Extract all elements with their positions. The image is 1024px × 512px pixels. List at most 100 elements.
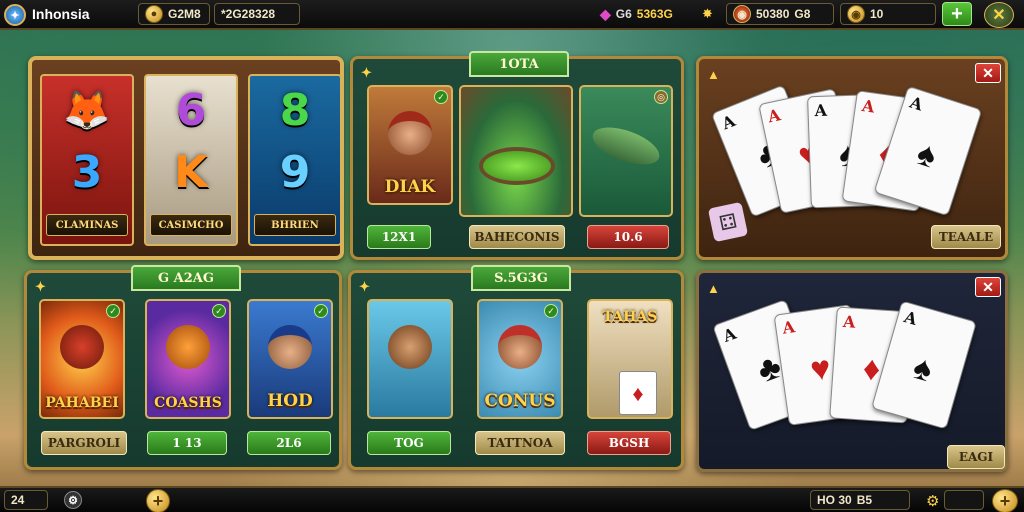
reel-3[interactable]: 8 9 BHRIEN: [248, 74, 342, 246]
field-b-pill[interactable]: *2G28328: [214, 3, 300, 25]
card-rank: A: [860, 96, 876, 117]
adventure-panel: ✦ 1OTA ✓ DIAK ◎ 12X1 BAHECONIS 10.6: [350, 51, 684, 260]
card-badge-icon: ✓: [544, 304, 558, 318]
mini-card-icon: ♦: [619, 371, 657, 415]
card-badge-icon: ✓: [314, 304, 328, 318]
add-bottom-button[interactable]: +: [146, 489, 170, 512]
star-icon: ✦: [361, 65, 372, 80]
character-button-1[interactable]: PARGROLI: [41, 431, 127, 455]
girl-portrait: [498, 325, 542, 369]
cauldron-art: [479, 147, 555, 185]
character-card-1-title: PAHABEI: [45, 395, 119, 411]
coins-pill[interactable]: ◉ 50380 G8: [726, 3, 834, 25]
adventure-tab[interactable]: 1OTA: [469, 51, 569, 77]
fisher-portrait: [388, 325, 432, 369]
close-bottom-table-button[interactable]: ✕: [975, 277, 1001, 297]
card-badge-icon: ◎: [654, 90, 668, 104]
adventure-card-1-title: DIAK: [384, 177, 436, 197]
reel-3-symbol: 9: [279, 146, 311, 198]
settings-icon[interactable]: ✸: [702, 6, 713, 22]
star-icon: ✦: [359, 279, 370, 294]
character-card-1[interactable]: ✓ PAHABEI: [39, 299, 125, 419]
card-badge-icon: ✓: [106, 304, 120, 318]
card-rank: A: [766, 105, 783, 127]
coin-icon: ●: [145, 5, 163, 23]
adventure-button-1[interactable]: 12X1: [367, 225, 431, 249]
card-rank: A: [842, 311, 857, 332]
bonus-card-1[interactable]: [367, 299, 453, 419]
bonus-card-3[interactable]: TAHAS ♦: [587, 299, 673, 419]
character-button-3[interactable]: 2L6: [247, 431, 331, 455]
adventure-button-3[interactable]: 10.6: [587, 225, 669, 249]
win-suffix: B5: [856, 493, 873, 507]
reel-2-symbol: K: [173, 146, 209, 198]
character-tab[interactable]: G A2AG: [131, 265, 241, 291]
coins-suffix: G8: [794, 7, 811, 21]
reel-2[interactable]: 6 K CASIMCHO: [144, 74, 238, 246]
field-b-value: *2G28328: [221, 7, 276, 21]
character-panel: ✦ G A2AG ✓ PAHABEI ✓ COASHS ✓ HOD PARGRO…: [24, 265, 342, 470]
reel-2-top-symbol: 6: [175, 84, 207, 136]
reel-1[interactable]: 🦊 3 CLAMINAS: [40, 74, 134, 246]
adventure-button-2[interactable]: BAHECONIS: [469, 225, 565, 249]
adventure-card-2[interactable]: [459, 85, 573, 217]
profile-avatar-icon[interactable]: ✦: [4, 4, 26, 26]
adventure-card-1[interactable]: ✓ DIAK: [367, 85, 453, 205]
card-table-top: ▲ ✕ ⚃ A♣A♥A♠A♦A♠ TEAALE: [696, 56, 1008, 260]
settings-gear-icon[interactable]: ⚙: [64, 491, 82, 509]
card-rank: A: [719, 111, 738, 134]
card-rank: A: [781, 317, 797, 338]
field-a-pill[interactable]: ● G2M8: [138, 3, 210, 25]
card-rank: A: [907, 92, 926, 115]
reel-3-top-symbol: 8: [279, 84, 311, 136]
card-table-bottom: ▲ ✕ A ♣ A ♥ A ♦ A ♠ EAGI: [696, 270, 1008, 472]
coins-value: 50380: [756, 7, 790, 21]
reel-2-label: CASIMCHO: [150, 214, 232, 236]
app-title: Inhonsia: [32, 6, 90, 22]
level-pill: 24: [4, 490, 48, 510]
card-badge-icon: ✓: [212, 304, 226, 318]
bonus-button-1[interactable]: TOG: [367, 431, 451, 455]
close-top-table-button[interactable]: ✕: [975, 63, 1001, 83]
star-icon: ✦: [35, 279, 46, 294]
lion-portrait: [60, 325, 104, 369]
gem-count: 5363G: [636, 7, 673, 21]
gold-pill[interactable]: ◉ 10: [840, 3, 936, 25]
gold-value: 10: [870, 7, 884, 21]
top-bar: ✦ Inhonsia ● G2M8 *2G28328 ◆ G6 5363G ✸ …: [0, 0, 1024, 30]
character-card-3-title: HOD: [267, 391, 313, 411]
slot-machine-panel: 🦊 3 CLAMINAS 6 K CASIMCHO 8 9 BHRIEN: [28, 56, 344, 260]
card-rank: A: [720, 323, 739, 346]
character-button-2[interactable]: 1 13: [147, 431, 227, 455]
bonus-button-2[interactable]: TATTNOA: [475, 431, 565, 455]
card-badge-icon: ✓: [434, 90, 448, 104]
bonus-tab[interactable]: S.5G3G: [471, 265, 571, 291]
character-card-2[interactable]: ✓ COASHS: [145, 299, 231, 419]
gold-coin-icon: ◉: [847, 5, 865, 23]
reel-1-label: CLAMINAS: [46, 214, 128, 236]
bottom-table-button[interactable]: EAGI: [947, 445, 1005, 469]
bottom-bar: 24 ⚙ + HO 30 B5 ⚙ +: [0, 486, 1024, 512]
dice-icon[interactable]: ⚃: [707, 201, 749, 243]
bottom-spacer-pill: [944, 490, 984, 510]
reel-3-label: BHRIEN: [254, 214, 336, 236]
top-table-button[interactable]: TEAALE: [931, 225, 1001, 249]
character-card-3[interactable]: ✓ HOD: [247, 299, 333, 419]
level-value: 24: [11, 493, 25, 507]
add-gold-button[interactable]: +: [942, 2, 972, 26]
fox-symbol-icon: 🦊: [63, 87, 111, 132]
menu-icon[interactable]: ✕: [984, 2, 1014, 28]
bonus-card-2[interactable]: ✓ CONUS: [477, 299, 563, 419]
bonus-button-3[interactable]: BGSH: [587, 431, 671, 455]
card-rank: A: [814, 100, 828, 121]
add-coins-bottom-button[interactable]: +: [992, 489, 1018, 512]
field-a-value: G2M8: [168, 7, 201, 21]
win-pill: HO 30 B5: [810, 490, 910, 510]
bonus-card-2-title: CONUS: [484, 391, 556, 411]
gear-gold-icon[interactable]: ⚙: [926, 492, 939, 510]
adventure-card-3[interactable]: ◎: [579, 85, 673, 217]
character-portrait: [388, 111, 432, 155]
win-label: HO 30: [817, 493, 852, 507]
warning-icon: ▲: [707, 281, 720, 296]
gem-pill[interactable]: ◆ G6 5363G: [594, 3, 690, 25]
